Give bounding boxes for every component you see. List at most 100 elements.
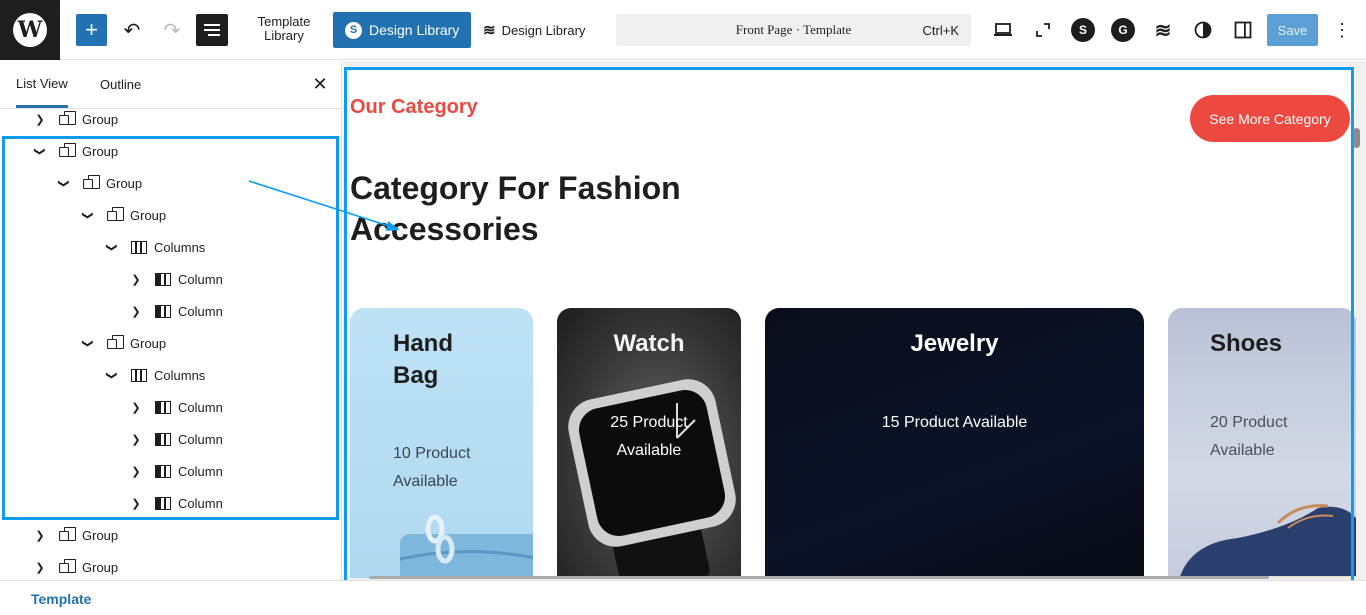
chevron-right-icon[interactable]: ❯ [34, 561, 46, 574]
list-view-item-label: Group [82, 143, 119, 159]
canvas-vertical-scrollbar[interactable] [1353, 128, 1360, 148]
section-eyebrow[interactable]: Our Category [350, 96, 478, 119]
template-library-button[interactable]: Template Library [248, 15, 320, 43]
style-toggle-button[interactable] [1187, 14, 1219, 46]
editor-canvas-area: Our Category See More Category Category … [343, 61, 1366, 580]
list-view-item-group[interactable]: ❯ Group [0, 167, 340, 199]
chevron-right-icon[interactable]: ❯ [34, 113, 46, 126]
canvas-horizontal-scrollbar[interactable] [369, 576, 1269, 579]
add-block-button[interactable]: + [76, 14, 107, 46]
chevron-right-icon[interactable]: ❯ [130, 497, 142, 510]
card-title: Jewelry [910, 330, 999, 357]
more-vertical-icon: ⋮ [1333, 19, 1351, 40]
list-view-item-group[interactable]: ❯ Group [0, 551, 340, 580]
list-view-item-column[interactable]: ❯ Column [0, 423, 340, 455]
column-block-icon [154, 271, 172, 287]
chevron-down-icon[interactable]: ❯ [106, 369, 119, 381]
command-palette-bar[interactable]: Front Page · Template Ctrl+K [616, 14, 971, 46]
list-view-item-label: Group [106, 175, 143, 191]
list-view-item-label: Group [82, 527, 119, 543]
columns-icon [131, 240, 147, 254]
group-block-icon [82, 174, 100, 191]
document-overview-button[interactable] [196, 14, 228, 46]
column-block-icon [154, 495, 172, 511]
chevron-down-icon[interactable]: ❯ [82, 209, 95, 221]
editor-canvas[interactable]: Our Category See More Category Category … [350, 68, 1356, 578]
category-card-shoes[interactable]: Shoes 20 Product Available [1168, 308, 1356, 578]
settings-sidebar-button[interactable] [1227, 14, 1259, 46]
chevron-down-icon[interactable]: ❯ [106, 241, 119, 253]
tab-outline[interactable]: Outline [100, 61, 141, 108]
card-title-line: Bag [393, 362, 439, 389]
see-more-category-button[interactable]: See More Category [1190, 95, 1350, 142]
chevron-right-icon[interactable]: ❯ [130, 401, 142, 414]
list-icon-line [204, 29, 220, 31]
group-block-icon [58, 110, 76, 127]
list-view-item-group[interactable]: ❯ Group [0, 199, 340, 231]
list-view-item-columns[interactable]: ❯ Columns [0, 231, 340, 263]
category-card-hand-bag[interactable]: Hand Bag 10 Product Available [350, 308, 533, 578]
card-title: Shoes [1210, 330, 1283, 357]
handbag-image [399, 514, 533, 578]
design-library-button[interactable]: S Design Library [333, 12, 471, 48]
list-view-item-group[interactable]: ❯ Group [0, 103, 340, 135]
stackable-s-icon: S [1071, 18, 1095, 42]
redo-button[interactable]: ↷ [158, 14, 186, 46]
category-card-watch[interactable]: Watch 25 Product Available [557, 308, 741, 578]
chevron-down-icon[interactable]: ❯ [34, 145, 47, 157]
global-settings-button[interactable]: G [1107, 14, 1139, 46]
list-icon [204, 24, 220, 26]
chevron-right-icon[interactable]: ❯ [130, 465, 142, 478]
chevron-down-icon[interactable]: ❯ [82, 337, 95, 349]
close-sidebar-button[interactable]: ✕ [309, 73, 331, 95]
list-view-item-column[interactable]: ❯ Column [0, 455, 340, 487]
list-view-item-label: Column [178, 399, 223, 415]
card-subtitle-line: 25 Product [610, 414, 688, 431]
list-view-item-column[interactable]: ❯ Column [0, 295, 340, 327]
list-view-item-label: Column [178, 495, 223, 511]
stackable-icon: ≋ [1154, 19, 1172, 42]
wordpress-logo[interactable]: W [0, 0, 60, 60]
list-view-item-columns[interactable]: ❯ Columns [0, 359, 340, 391]
group-icon [107, 334, 124, 349]
category-card-jewelry[interactable]: Jewelry 15 Product Available [765, 308, 1144, 578]
list-view-item-column[interactable]: ❯ Column [0, 391, 340, 423]
preview-device-button[interactable] [987, 14, 1019, 46]
list-view-item-column[interactable]: ❯ Column [0, 487, 340, 519]
list-view-item-group[interactable]: ❯ Group [0, 135, 340, 167]
group-block-icon [58, 526, 76, 543]
chevron-right-icon[interactable]: ❯ [130, 273, 142, 286]
stackable-button[interactable]: S [1067, 14, 1099, 46]
card-title-line: Hand [393, 330, 453, 357]
column-block-icon [154, 431, 172, 447]
column-icon [155, 400, 171, 414]
card-subtitle-line: Available [393, 473, 458, 490]
footer-breadcrumb[interactable]: Template [31, 591, 91, 607]
list-view-item-group[interactable]: ❯ Group [0, 327, 340, 359]
stackable-settings-button[interactable]: ≋ [1147, 14, 1179, 46]
save-button[interactable]: Save [1267, 14, 1318, 46]
chevron-down-icon[interactable]: ❯ [58, 177, 71, 189]
chevron-right-icon[interactable]: ❯ [130, 305, 142, 318]
fullscreen-button[interactable] [1027, 14, 1059, 46]
list-view-item-group[interactable]: ❯ Group [0, 519, 340, 551]
undo-button[interactable]: ↶ [118, 14, 146, 46]
chevron-right-icon[interactable]: ❯ [34, 529, 46, 542]
list-icon-line [208, 34, 220, 36]
section-heading[interactable]: Category For Fashion Accessories [350, 168, 770, 250]
chevron-right-icon[interactable]: ❯ [130, 433, 142, 446]
list-view-item-label: Column [178, 303, 223, 319]
card-subtitle: 15 Product Available [881, 414, 1028, 431]
list-view-item-column[interactable]: ❯ Column [0, 263, 340, 295]
fullscreen-icon [1036, 23, 1050, 37]
card-subtitle: 20 Product Available [1210, 409, 1287, 465]
stackable-icon: ≋ [483, 22, 496, 39]
options-button[interactable]: ⋮ [1330, 14, 1354, 46]
design-library-secondary-button[interactable]: ≋ Design Library [483, 12, 585, 48]
group-block-icon [58, 558, 76, 575]
stackable-logo-icon: S [345, 21, 362, 39]
group-block-icon [106, 334, 124, 351]
column-icon [155, 304, 171, 318]
column-icon [155, 496, 171, 510]
tab-list-view[interactable]: List View [16, 61, 68, 108]
